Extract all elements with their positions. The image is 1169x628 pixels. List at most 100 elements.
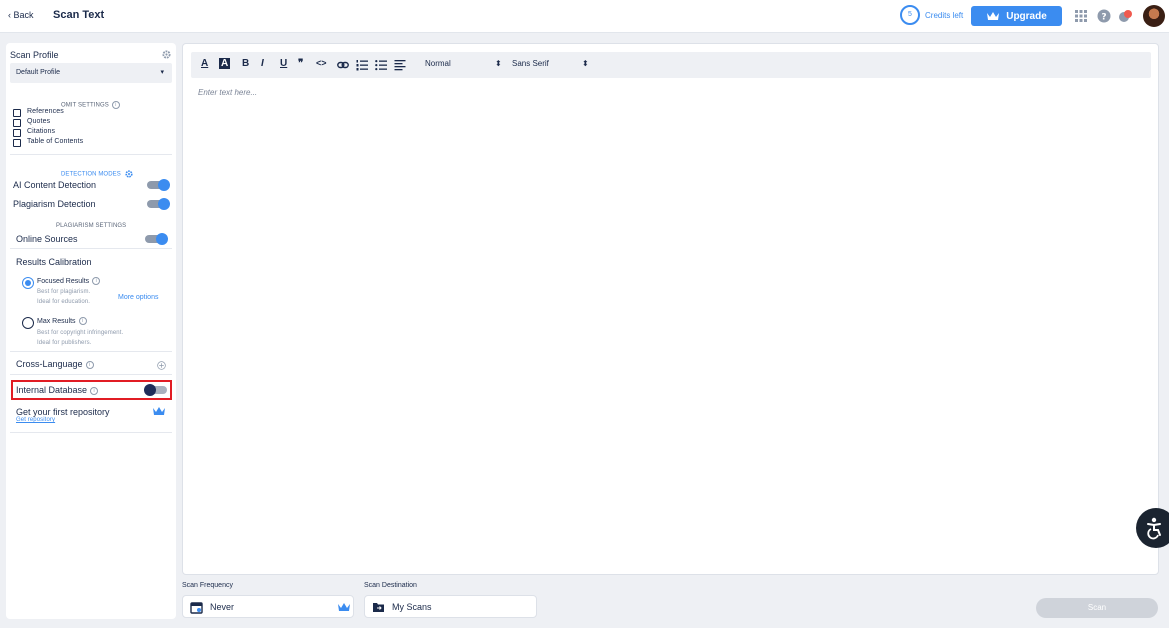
font-color-button[interactable]: A [201,58,208,69]
credits-counter[interactable]: 5 [900,5,920,25]
scan-settings-sidebar: Scan Profile Default Profile ▾ OMIT SETT… [6,43,176,619]
blockquote-button[interactable]: ❞ [298,58,303,69]
max-desc: Ideal for publishers. [37,340,92,346]
notifications-icon[interactable] [1118,9,1132,23]
scan-destination-select[interactable]: My Scans [364,595,537,618]
checkbox-references[interactable] [13,109,21,117]
editor-toolbar: A A B I U ❞ <> Normal ⬍ Sans Serif ⬍ [191,52,1151,78]
folder-icon [373,603,384,612]
text-editor: A A B I U ❞ <> Normal ⬍ Sans Serif ⬍ Ent… [182,43,1159,575]
checkbox-citations[interactable] [13,129,21,137]
profile-select[interactable]: Default Profile ▾ [10,63,172,83]
link-icon[interactable] [337,60,349,70]
scan-frequency-value: Never [210,602,235,612]
internal-database-row: Internal Database i [16,385,99,395]
scan-frequency-select[interactable]: Never [182,595,354,618]
back-label: Back [13,10,34,20]
omit-item-label: Citations [27,128,56,135]
font-family-value: Sans Serif [512,59,549,68]
upgrade-button[interactable]: Upgrade [971,6,1062,26]
calendar-icon [190,602,203,614]
checkbox-quotes[interactable] [13,119,21,127]
cross-language-row: Cross-Language i [16,359,94,369]
info-icon[interactable]: i [111,101,120,109]
help-icon[interactable]: ? [1097,9,1111,23]
divider [10,374,172,375]
scan-button[interactable]: Scan [1036,598,1158,618]
accessibility-icon [1147,517,1161,540]
omit-item-label: References [27,108,64,115]
focused-results-option: Focused Results i [37,277,101,285]
omit-item-label: Quotes [27,118,51,125]
underline-button[interactable]: U [280,58,287,69]
gear-icon[interactable] [125,170,133,178]
page-title: Scan Text [53,9,105,21]
max-desc: Best for copyright infringement. [37,330,124,336]
online-sources-label: Online Sources [16,234,78,244]
toggle-knob [158,198,170,210]
divider [10,248,172,249]
ai-detection-label: AI Content Detection [13,180,97,190]
max-results-radio[interactable] [22,317,34,329]
highlight-color-button[interactable]: A [219,58,231,69]
bullet-list-icon[interactable] [375,59,387,71]
detection-modes-heading-text: DETECTION MODES [61,171,121,178]
expand-plus-icon[interactable] [157,361,166,370]
font-family-select[interactable]: Sans Serif ⬍ [512,59,589,68]
avatar[interactable] [1143,5,1165,27]
toggle-knob [144,384,156,396]
plagiarism-detection-label: Plagiarism Detection [13,199,96,209]
code-button[interactable]: <> [316,58,327,68]
max-results-title: Max Results [37,317,76,325]
info-icon[interactable]: i [92,277,101,285]
upgrade-label: Upgrade [1006,10,1047,22]
info-icon[interactable]: i [78,317,87,325]
ai-detection-toggle[interactable] [147,179,170,191]
plagiarism-detection-toggle[interactable] [147,198,170,210]
omit-settings-heading-text: OMIT SETTINGS [61,102,109,109]
checkbox-table-of-contents[interactable] [13,139,21,147]
chevron-down-icon: ▾ [160,69,164,76]
crown-icon [338,603,350,611]
crown-icon [153,407,165,415]
accessibility-button[interactable] [1136,508,1169,548]
repository-title: Get your first repository [16,407,110,417]
plagiarism-settings-heading: PLAGIARISM SETTINGS [56,223,127,229]
ordered-list-icon[interactable] [356,59,368,71]
scan-destination-value: My Scans [392,602,432,612]
internal-database-toggle[interactable] [144,384,167,396]
align-icon[interactable] [394,59,406,71]
focused-results-radio[interactable] [22,277,34,289]
back-button[interactable]: ‹ Back [8,10,34,20]
divider [10,154,172,155]
gear-icon[interactable] [162,50,171,59]
svg-text:?: ? [1101,13,1106,23]
detection-modes-heading: DETECTION MODES [61,170,133,178]
info-icon[interactable]: i [90,386,99,395]
scan-destination-label: Scan Destination [364,582,417,589]
chevron-updown-icon: ⬍ [495,59,502,68]
editor-text-area[interactable]: Enter text here... [198,88,257,97]
crown-icon [987,12,1000,20]
toggle-knob [156,233,168,245]
focused-desc: Ideal for education. [37,299,91,305]
focused-results-title: Focused Results [37,277,90,285]
focused-desc: Best for plagiarism. [37,289,91,295]
cross-language-label: Cross-Language [16,359,83,369]
scan-profile-label: Scan Profile [10,50,59,60]
scan-frequency-label: Scan Frequency [182,582,233,589]
get-repository-link[interactable]: Get repository [16,417,55,423]
bold-button[interactable]: B [242,58,249,69]
divider [10,432,172,433]
top-bar: ‹ Back Scan Text 5 Credits left Upgrade … [0,0,1169,33]
online-sources-toggle[interactable] [145,233,168,245]
max-results-option: Max Results i [37,317,87,325]
text-format-value: Normal [425,59,451,68]
info-icon[interactable]: i [85,360,94,369]
more-options-link[interactable]: More options [118,294,158,301]
text-format-select[interactable]: Normal ⬍ [425,59,502,68]
toggle-knob [158,179,170,191]
apps-grid-icon[interactable] [1074,9,1088,23]
italic-button[interactable]: I [261,58,264,69]
profile-value: Default Profile [16,69,60,76]
